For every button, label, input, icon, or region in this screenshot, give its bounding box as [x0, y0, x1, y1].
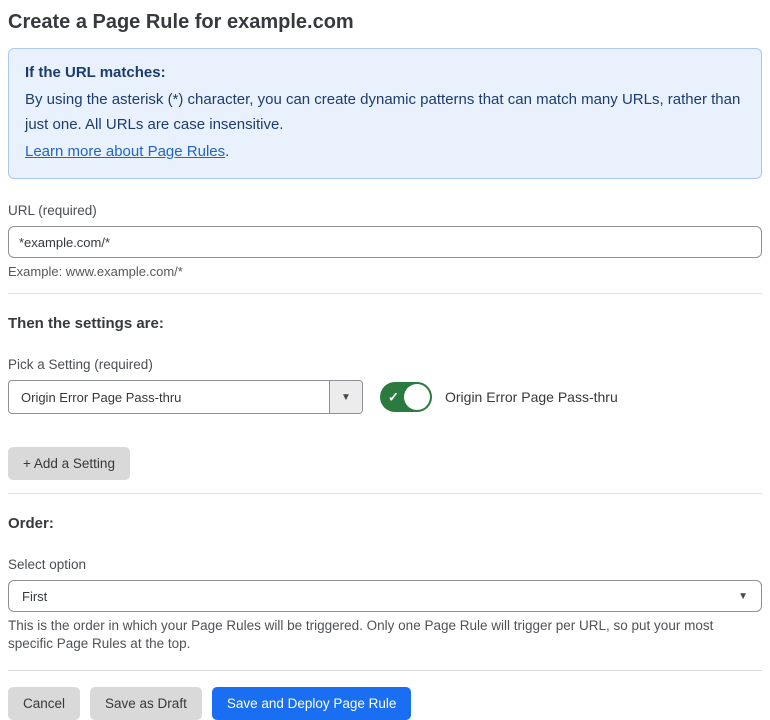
save-deploy-button[interactable]: Save and Deploy Page Rule: [211, 687, 412, 720]
chevron-down-icon: ▼: [341, 391, 351, 403]
save-draft-button[interactable]: Save as Draft: [90, 687, 202, 720]
page-title: Create a Page Rule for example.com: [8, 11, 354, 33]
cancel-button[interactable]: Cancel: [8, 687, 81, 720]
divider: [8, 493, 762, 494]
order-select-value: First: [22, 588, 48, 604]
settings-section-heading: Then the settings are:: [8, 315, 164, 332]
order-select-label: Select option: [8, 557, 87, 572]
url-match-info-box: If the URL matches: By using the asteris…: [8, 48, 762, 179]
check-icon: ✓: [388, 389, 399, 405]
order-section-heading: Order:: [8, 515, 54, 532]
toggle-knob: [404, 384, 430, 410]
add-setting-button[interactable]: + Add a Setting: [8, 447, 130, 480]
info-box-body: By using the asterisk (*) character, you…: [25, 91, 741, 133]
order-select[interactable]: First ▼: [8, 580, 762, 612]
setting-dropdown-arrow-button[interactable]: ▼: [329, 381, 362, 413]
url-input[interactable]: [8, 226, 762, 258]
setting-toggle[interactable]: ✓: [380, 382, 432, 412]
learn-more-link[interactable]: Learn more about Page Rules: [25, 143, 225, 160]
setting-dropdown-value: Origin Error Page Pass-thru: [21, 389, 182, 405]
divider: [8, 670, 762, 671]
url-field-label: URL (required): [8, 203, 97, 218]
order-helper-text: This is the order in which your Page Rul…: [8, 618, 714, 651]
setting-toggle-label: Origin Error Page Pass-thru: [445, 389, 618, 405]
divider: [8, 293, 762, 294]
setting-dropdown[interactable]: Origin Error Page Pass-thru ▼: [8, 380, 363, 414]
link-suffix: .: [225, 143, 230, 160]
footer-actions: Cancel Save as Draft Save and Deploy Pag…: [8, 687, 762, 720]
info-link-line: Learn more about Page Rules.: [25, 139, 745, 164]
url-field-helper: Example: www.example.com/*: [8, 264, 183, 279]
pick-setting-label: Pick a Setting (required): [8, 357, 153, 372]
info-box-heading: If the URL matches:: [25, 64, 166, 81]
picker-row: Origin Error Page Pass-thru ▼ ✓ Origin E…: [8, 380, 762, 414]
chevron-down-icon: ▼: [738, 590, 748, 602]
